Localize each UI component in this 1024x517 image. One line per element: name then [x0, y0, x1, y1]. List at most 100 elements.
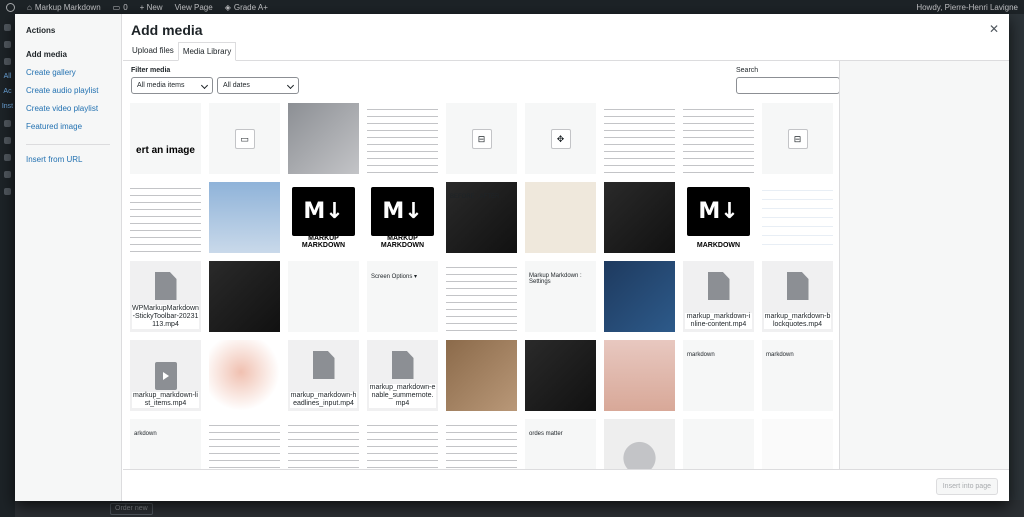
attachment-filename: markup_markdown-list_items.mp4	[132, 392, 199, 408]
menu-item-create-audio-playlist[interactable]: Create audio playlist	[15, 82, 121, 100]
video-file-icon	[154, 362, 177, 390]
attachment-tile[interactable]: ⊟	[446, 103, 517, 174]
attachment-tile[interactable]: markup_markdown-inline-content.mp4	[683, 261, 754, 332]
settings-icon[interactable]	[4, 188, 11, 195]
attachment-tile[interactable]	[446, 419, 517, 469]
attachment-tile[interactable]	[288, 261, 359, 332]
insert-into-page-button[interactable]: Insert into page	[935, 478, 998, 495]
attachment-tile[interactable]	[367, 419, 438, 469]
thumbnail-text: ordes matter	[529, 431, 563, 437]
users-icon[interactable]	[4, 154, 11, 161]
admin-bar: ⌂ Markup Markdown ▭ 0 + New View Page ◈ Gra…	[0, 0, 1024, 14]
attachment-tile[interactable]	[209, 340, 280, 411]
menu-item-insert-from-url[interactable]: Insert from URL	[15, 151, 121, 169]
admin-bar-grade[interactable]: ◈ Grade A+	[225, 3, 268, 12]
home-icon: ⌂	[27, 2, 32, 12]
attachment-tile[interactable]	[209, 261, 280, 332]
plugins-icon[interactable]	[4, 137, 11, 144]
attachment-tile[interactable]	[525, 340, 596, 411]
attachment-tile[interactable]	[604, 182, 675, 253]
thumbnail-text: ert an image	[136, 145, 195, 156]
attachment-filename: markup_markdown-enable_summernote.mp4	[369, 384, 436, 408]
attachment-tile[interactable]	[762, 182, 833, 253]
attachment-tile[interactable]: BEFORE · AFTER	[446, 182, 517, 253]
close-icon[interactable]: ✕	[987, 22, 1001, 36]
tab-upload-files[interactable]: Upload files	[128, 42, 178, 61]
wordpress-logo-icon[interactable]	[6, 2, 15, 12]
attachment-filename: markup_markdown-inline-content.mp4	[685, 313, 752, 329]
menu-item-create-gallery[interactable]: Create gallery	[15, 64, 121, 82]
media-type-select[interactable]: All media items	[131, 77, 213, 94]
menu-item-featured-image[interactable]: Featured image	[15, 118, 121, 136]
attachment-tile[interactable]: ▭	[209, 103, 280, 174]
attachment-tile[interactable]	[446, 340, 517, 411]
attachment-tile[interactable]: markup_markdown-enable_summernote.mp4	[367, 340, 438, 411]
attachment-tile[interactable]: Screen Options ▾	[367, 261, 438, 332]
attachment-tile[interactable]: markup_markdown-headlines_input.mp4	[288, 340, 359, 411]
tab-media-library[interactable]: Media Library	[177, 42, 237, 61]
attachment-tile[interactable]: ⊟	[762, 103, 833, 174]
menu-item-create-video-playlist[interactable]: Create video playlist	[15, 100, 121, 118]
attachment-tile[interactable]	[525, 182, 596, 253]
attachment-tile[interactable]	[683, 103, 754, 174]
admin-bar-new[interactable]: + New	[140, 3, 163, 12]
attachment-tile[interactable]	[683, 419, 754, 469]
attachment-tile[interactable]: markup_markdown-blockquotes.mp4	[762, 261, 833, 332]
attachment-tile[interactable]: M↓ MARKUP MARKDOWN	[367, 182, 438, 253]
attachment-tile[interactable]: M↓ MARKUP MARKDOWN	[288, 182, 359, 253]
attachment-tile[interactable]: arkdown	[130, 419, 201, 469]
thumbnail-text: markdown	[687, 352, 715, 358]
markdown-logo-icon: M↓	[687, 187, 750, 236]
media-modal: Actions Add media Create gallery Create …	[15, 14, 1009, 501]
attachment-tile[interactable]: ✥	[525, 103, 596, 174]
admin-bar-account[interactable]: Howdy, Pierre-Henri Lavigne	[916, 3, 1018, 12]
appearance-icon[interactable]	[4, 120, 11, 127]
media-router-tabs: Upload files Media Library	[123, 42, 1009, 61]
media-toolbar: Insert into page	[123, 469, 1009, 501]
attachment-tile[interactable]	[604, 103, 675, 174]
attachment-tile[interactable]	[288, 103, 359, 174]
attachment-tile[interactable]: ert an image	[130, 103, 201, 174]
attachments-grid: ert an image ▭ ⊟ ✥ ⊟ M↓ MARKUP MARKDOWN M↓ MARKU…	[130, 103, 836, 469]
admin-bar-comments[interactable]: ▭ 0	[113, 3, 128, 12]
admin-bar-site-name[interactable]: ⌂ Markup Markdown	[27, 3, 101, 12]
chevron-down-icon	[286, 81, 295, 90]
attachment-tile[interactable]: M↓ MARKDOWN	[683, 182, 754, 253]
search-input[interactable]	[736, 77, 840, 94]
attachment-tile[interactable]	[762, 419, 833, 469]
media-icon[interactable]	[4, 58, 11, 65]
attachment-tile[interactable]: markdown	[762, 340, 833, 411]
block-placeholder-icon: ✥	[550, 128, 571, 149]
side-menu-label-ac[interactable]: Ac	[0, 88, 15, 95]
attachment-tile[interactable]: markup_markdown-list_items.mp4	[130, 340, 201, 411]
attachment-tile[interactable]	[604, 340, 675, 411]
attachment-tile[interactable]	[288, 419, 359, 469]
attachment-tile[interactable]: WPMarkupMarkdown-StickyToolbar-20231113.…	[130, 261, 201, 332]
attachment-tile[interactable]	[209, 182, 280, 253]
side-menu-label-all[interactable]: All	[0, 73, 15, 80]
posts-icon[interactable]	[4, 41, 11, 48]
thumbnail-text: Screen Options ▾	[371, 274, 418, 280]
attachment-tile[interactable]	[604, 261, 675, 332]
attachment-tile[interactable]: markdown	[683, 340, 754, 411]
attachment-tile[interactable]	[604, 419, 675, 469]
attachment-tile[interactable]	[209, 419, 280, 469]
attachment-tile[interactable]	[367, 103, 438, 174]
attachment-tile[interactable]	[130, 182, 201, 253]
attachment-tile[interactable]: Markup Markdown : Settings	[525, 261, 596, 332]
filter-media-label: Filter media	[131, 67, 171, 74]
attachment-filename: WPMarkupMarkdown-StickyToolbar-20231113.…	[132, 305, 199, 329]
modal-backdrop	[15, 500, 1024, 517]
attachment-tile[interactable]: ordes matter	[525, 419, 596, 469]
media-date-select[interactable]: All dates	[217, 77, 299, 94]
file-icon	[707, 272, 730, 300]
side-menu-label-inst[interactable]: Inst	[0, 103, 15, 110]
attachment-tile[interactable]	[446, 261, 517, 332]
admin-bar-view-page[interactable]: View Page	[175, 3, 213, 12]
menu-separator	[26, 144, 110, 145]
logo-caption: MARKUP MARKDOWN	[301, 235, 346, 249]
order-new-button: Order new	[110, 503, 153, 515]
menu-item-add-media[interactable]: Add media	[15, 46, 121, 64]
dashboard-icon[interactable]	[4, 24, 11, 31]
tools-icon[interactable]	[4, 171, 11, 178]
